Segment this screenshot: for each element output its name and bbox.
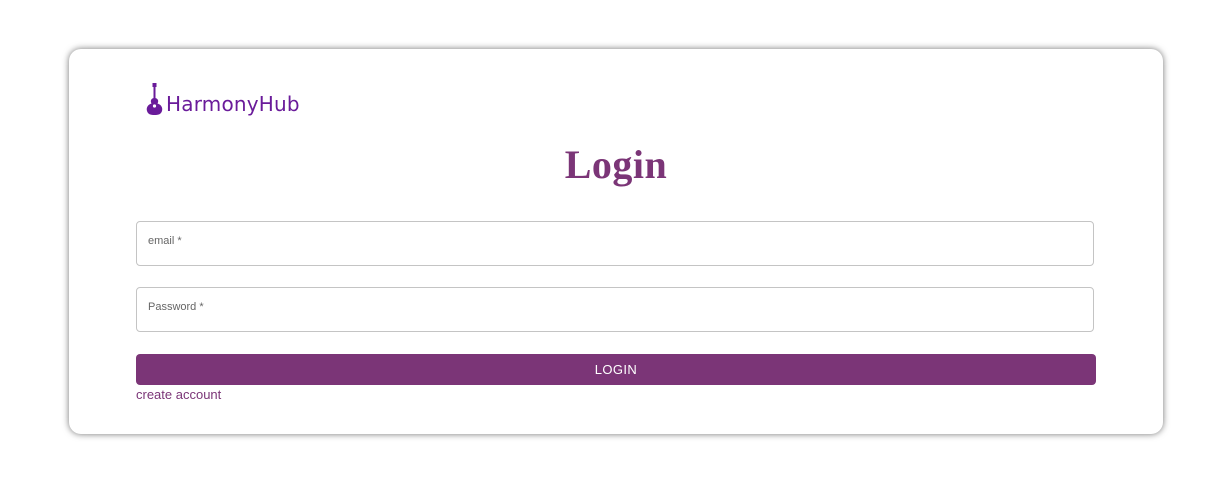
login-button[interactable]: LOGIN — [136, 354, 1096, 385]
email-field[interactable]: email * — [136, 221, 1094, 266]
brand-name: HarmonyHub — [166, 92, 300, 116]
create-account-link[interactable]: create account — [136, 387, 221, 402]
email-input[interactable] — [148, 246, 1082, 262]
guitar-icon — [145, 81, 165, 117]
password-field[interactable]: Password * — [136, 287, 1094, 332]
page-title: Login — [564, 142, 668, 187]
password-input[interactable] — [148, 312, 1082, 328]
login-card: HarmonyHub Login email * Password * LOGI… — [69, 49, 1163, 434]
brand-logo[interactable]: HarmonyHub — [145, 81, 300, 117]
